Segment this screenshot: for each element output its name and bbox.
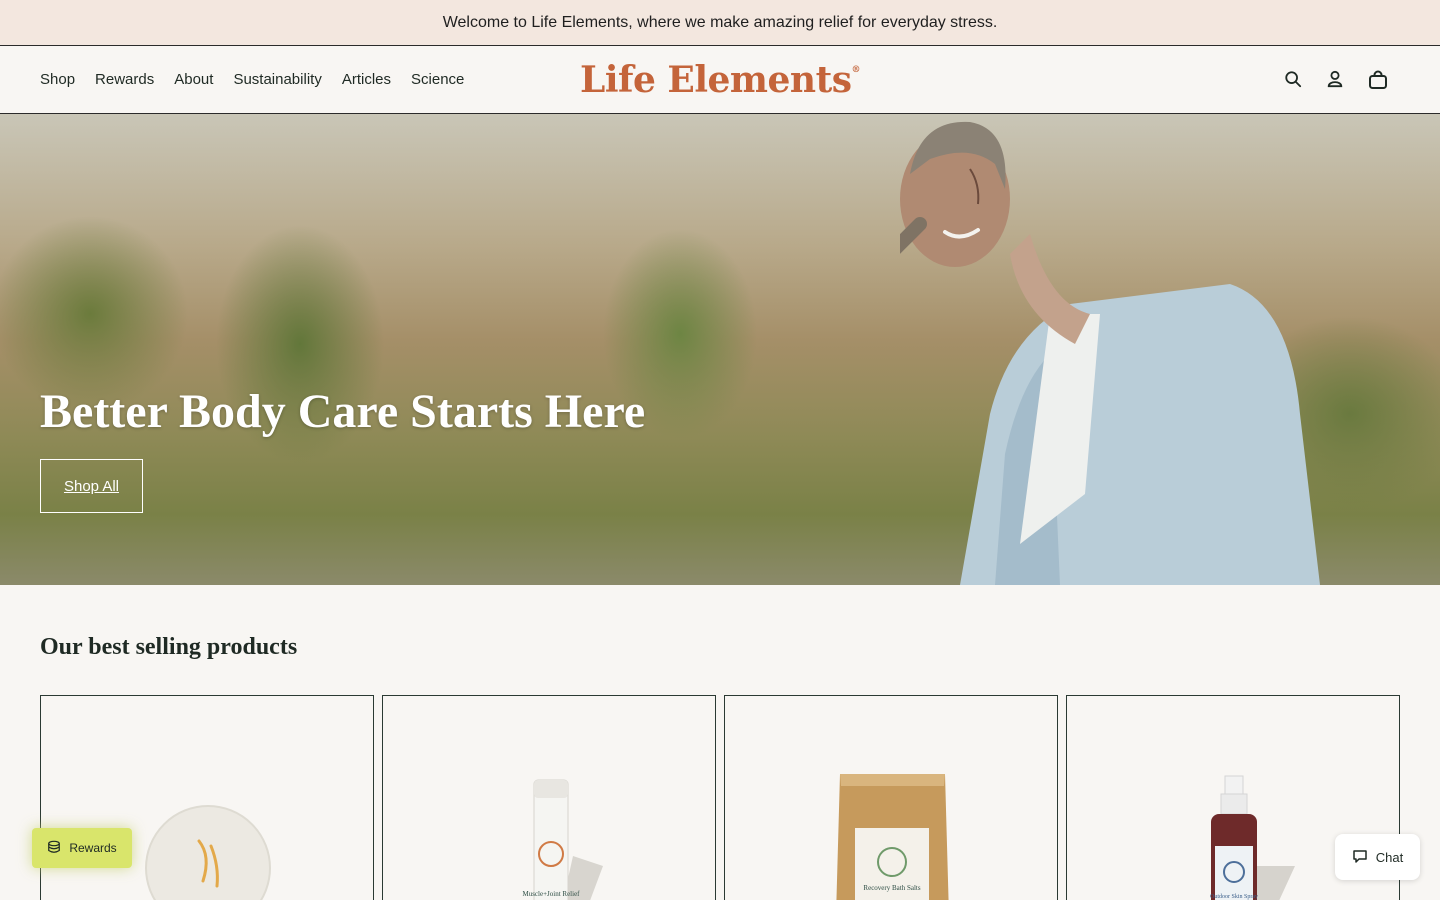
chat-widget-button[interactable]: Chat [1335,834,1420,880]
logo-registered-mark: ® [851,64,861,75]
product-grid: Muscle+Joint Relief Recovery Bath Salts … [40,695,1400,900]
announcement-text: Welcome to Life Elements, where we make … [442,13,998,31]
nav-shop[interactable]: Shop [40,71,75,88]
logo-text: Life Elements [580,58,852,101]
chat-widget-label: Chat [1375,849,1404,865]
nav-science[interactable]: Science [411,71,464,88]
hero-photo-person [900,121,1320,585]
header-actions [1284,70,1400,90]
account-icon[interactable] [1326,70,1346,90]
nav-sustainability[interactable]: Sustainability [233,71,321,88]
relief-stick-image: Muscle+Joint Relief [522,779,603,900]
announcement-bar: Welcome to Life Elements, where we make … [0,0,1440,46]
bath-bomb-image [145,805,271,900]
product-card[interactable]: Muscle+Joint Relief [382,695,716,900]
nav-rewards[interactable]: Rewards [95,71,154,88]
best-sellers-title: Our best selling products [40,634,298,660]
nav-about[interactable]: About [174,71,213,88]
site-logo[interactable]: Life Elements® [580,59,860,101]
product-card[interactable] [40,695,374,900]
search-icon[interactable] [1284,70,1304,90]
bath-salts-label: Recovery Bath Salts [863,884,920,892]
hero-banner: Better Body Care Starts Here Shop All [0,114,1440,585]
main-nav: Shop Rewards About Sustainability Articl… [40,71,464,88]
rewards-widget-label: Rewards [69,841,117,855]
cart-icon[interactable] [1368,70,1388,90]
nav-articles[interactable]: Articles [342,71,391,88]
rewards-widget-button[interactable]: Rewards [32,828,132,868]
relief-stick-label: Muscle+Joint Relief [522,890,580,898]
hero-title: Better Body Care Starts Here [40,385,646,438]
shop-all-button[interactable]: Shop All [40,459,143,513]
outdoor-spray-label: Outdoor Skin Spray [1210,894,1258,900]
bath-salts-image: Recovery Bath Salts [836,774,949,900]
coins-icon [47,840,61,857]
chat-icon [1352,848,1368,867]
product-card[interactable]: Recovery Bath Salts [724,695,1058,900]
site-header: Shop Rewards About Sustainability Articl… [0,46,1440,114]
